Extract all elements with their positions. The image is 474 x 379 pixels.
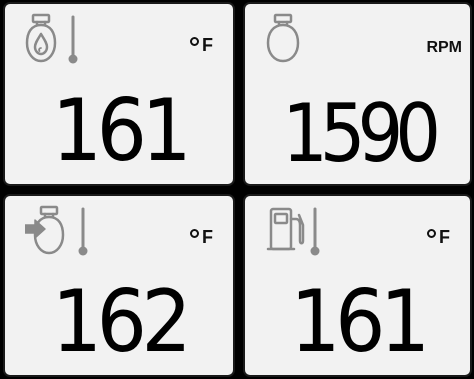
coolant-temperature-gauge: F 162 xyxy=(3,194,235,377)
degree-icon xyxy=(190,37,199,46)
oil-temperature-icon xyxy=(25,11,89,67)
degree-icon xyxy=(190,229,199,238)
gauge-value: 161 xyxy=(51,81,192,181)
gauge-value: 162 xyxy=(51,272,192,372)
engine-rpm-icon xyxy=(265,11,315,67)
unit-label: F xyxy=(190,228,213,246)
oil-temperature-gauge: F 161 xyxy=(3,2,235,186)
unit-label: F xyxy=(190,36,213,54)
unit-label: RPM xyxy=(426,39,462,56)
gauge-value: 1590 xyxy=(282,87,441,180)
degree-icon xyxy=(427,229,436,238)
coolant-temperature-icon xyxy=(25,203,97,259)
engine-rpm-gauge: RPM 1590 xyxy=(243,2,472,186)
fuel-temperature-gauge: F 161 xyxy=(243,194,472,377)
fuel-temperature-icon xyxy=(265,203,329,259)
unit-label: F xyxy=(427,228,450,246)
gauge-value: 161 xyxy=(290,272,430,372)
